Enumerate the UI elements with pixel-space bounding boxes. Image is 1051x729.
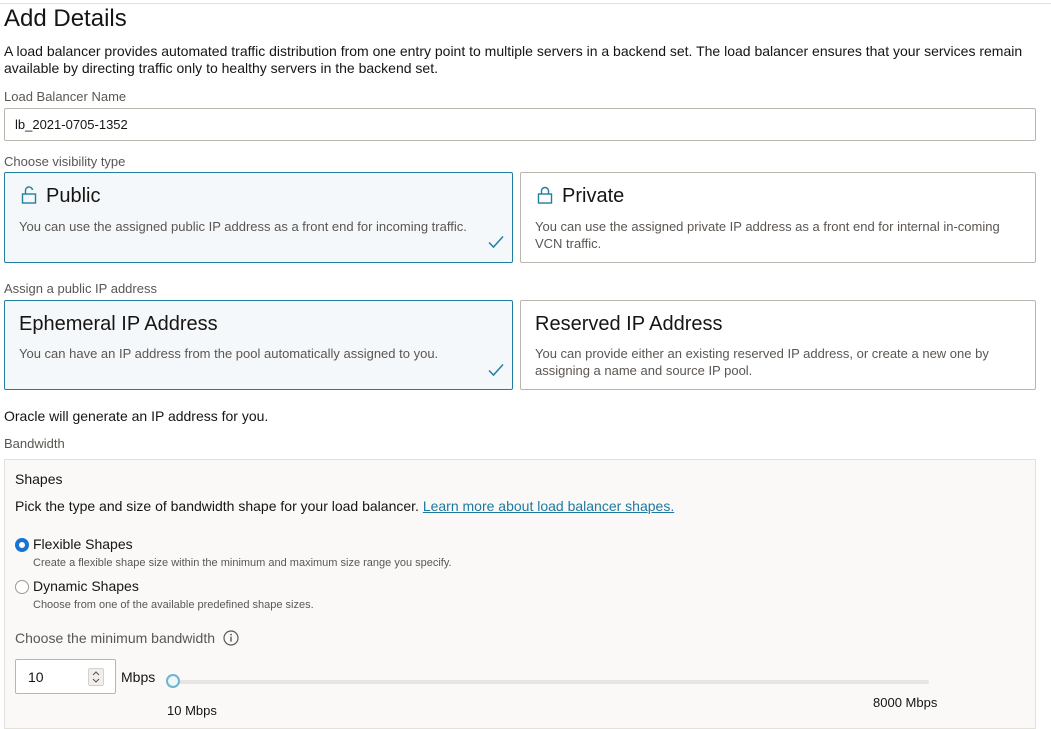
minimum-bandwidth-value[interactable]: 10 <box>28 669 44 686</box>
load-balancer-name-input[interactable] <box>4 108 1036 141</box>
flexible-shapes-help: Create a flexible shape size within the … <box>33 557 452 569</box>
lock-open-icon <box>21 186 37 204</box>
visibility-private-description: You can use the assigned private IP addr… <box>535 219 1000 251</box>
info-icon[interactable] <box>223 630 239 646</box>
slider-max-label: 8000 Mbps <box>873 695 938 710</box>
dynamic-shapes-label[interactable]: Dynamic Shapes <box>33 578 139 595</box>
shapes-panel: Shapes Pick the type and size of bandwid… <box>4 459 1036 729</box>
shapes-description: Pick the type and size of bandwidth shap… <box>15 498 674 515</box>
bandwidth-label: Bandwidth <box>4 436 65 451</box>
check-icon <box>488 363 504 377</box>
learn-more-shapes-link[interactable]: Learn more about load balancer shapes. <box>423 498 674 514</box>
visibility-public-title: Public <box>46 185 101 207</box>
bandwidth-slider-thumb[interactable] <box>166 674 180 688</box>
dynamic-shapes-help: Choose from one of the available predefi… <box>33 599 314 611</box>
check-icon <box>488 235 504 249</box>
lock-icon <box>537 186 553 204</box>
ip-ephemeral-description: You can have an IP address from the pool… <box>19 346 439 361</box>
stepper-arrows-icon[interactable] <box>89 669 103 685</box>
intro-text: A load balancer provides automated traff… <box>4 43 1023 76</box>
ip-card-ephemeral[interactable]: Ephemeral IP Address You can have an IP … <box>4 300 513 390</box>
dynamic-shapes-radio[interactable] <box>15 580 29 594</box>
visibility-private-title: Private <box>562 185 625 207</box>
visibility-type-label: Choose visibility type <box>4 154 126 169</box>
ip-generation-note: Oracle will generate an IP address for y… <box>4 408 269 424</box>
visibility-card-public[interactable]: Public You can use the assigned public I… <box>4 172 513 263</box>
ip-card-reserved[interactable]: Reserved IP Address You can provide eith… <box>520 300 1036 390</box>
visibility-public-description: You can use the assigned public IP addre… <box>19 219 467 234</box>
flexible-shapes-label[interactable]: Flexible Shapes <box>33 536 133 553</box>
shapes-description-text: Pick the type and size of bandwidth shap… <box>15 498 419 514</box>
ip-ephemeral-title: Ephemeral IP Address <box>19 313 218 335</box>
minimum-bandwidth-label: Choose the minimum bandwidth <box>15 630 215 646</box>
bandwidth-unit: Mbps <box>121 669 156 685</box>
bandwidth-stepper[interactable] <box>88 668 104 686</box>
visibility-card-private[interactable]: Private You can use the assigned private… <box>520 172 1036 263</box>
page-title: Add Details <box>4 5 127 32</box>
shapes-title: Shapes <box>15 471 63 487</box>
public-ip-label: Assign a public IP address <box>4 281 157 296</box>
slider-min-label: 10 Mbps <box>167 703 217 718</box>
flexible-shapes-radio[interactable] <box>15 538 29 552</box>
ip-reserved-description: You can provide either an existing reser… <box>535 346 989 378</box>
top-divider <box>0 3 1051 4</box>
load-balancer-name-label: Load Balancer Name <box>4 89 127 104</box>
ip-reserved-title: Reserved IP Address <box>535 313 723 335</box>
minimum-bandwidth-input[interactable]: 10 <box>15 659 116 694</box>
bandwidth-slider-track[interactable] <box>173 680 929 684</box>
